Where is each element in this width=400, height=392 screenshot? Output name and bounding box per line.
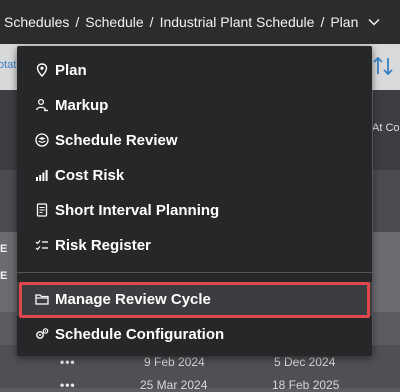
column-divider bbox=[372, 90, 373, 388]
checklist-icon bbox=[35, 240, 48, 251]
chevron-down-icon[interactable] bbox=[368, 16, 380, 28]
menu-item-risk-register[interactable]: Risk Register bbox=[17, 228, 372, 262]
menu-item-schedule-review[interactable]: Schedule Review bbox=[17, 123, 372, 157]
menu-item-markup[interactable]: Markup bbox=[17, 88, 372, 122]
breadcrumb-plan[interactable]: Plan bbox=[330, 14, 358, 30]
menu-item-label: Risk Register bbox=[55, 236, 151, 254]
column-header: At Co bbox=[372, 122, 400, 134]
breadcrumb-separator: / bbox=[149, 14, 154, 30]
menu-item-label: Short Interval Planning bbox=[55, 201, 220, 219]
breadcrumb-bar: Schedules / Schedule / Industrial Plant … bbox=[0, 0, 400, 44]
end-date: 5 Dec 2024 bbox=[274, 355, 336, 369]
location-pin-icon bbox=[36, 63, 48, 77]
row-label: E bbox=[0, 243, 8, 255]
breadcrumb-schedules[interactable]: Schedules bbox=[4, 14, 69, 30]
end-date: 18 Feb 2025 bbox=[272, 378, 340, 392]
breadcrumb-separator: / bbox=[320, 14, 325, 30]
menu-item-label: Cost Risk bbox=[55, 166, 125, 184]
menu-item-plan[interactable]: Plan bbox=[17, 53, 372, 87]
row-label: E bbox=[0, 270, 8, 282]
breadcrumb-industrial-plant-schedule[interactable]: Industrial Plant Schedule bbox=[160, 14, 315, 30]
sort-icon[interactable] bbox=[372, 54, 394, 78]
document-icon bbox=[36, 203, 48, 217]
signal-bars-icon bbox=[36, 170, 48, 181]
menu-item-label: Markup bbox=[55, 96, 109, 114]
menu-item-label: Schedule Review bbox=[55, 131, 178, 149]
menu-item-label: Plan bbox=[55, 61, 87, 79]
row-actions-icon[interactable]: ••• bbox=[60, 355, 76, 369]
layers-icon bbox=[35, 133, 49, 147]
breadcrumb-schedule[interactable]: Schedule bbox=[85, 14, 143, 30]
breadcrumb-separator: / bbox=[75, 14, 80, 30]
breadcrumb: Schedules / Schedule / Industrial Plant … bbox=[4, 14, 380, 30]
menu-item-label: Schedule Configuration bbox=[55, 325, 225, 343]
row-actions-icon[interactable]: ••• bbox=[60, 378, 76, 392]
gears-icon bbox=[36, 328, 49, 339]
menu-item-short-interval-planning[interactable]: Short Interval Planning bbox=[17, 193, 372, 227]
menu-item-cost-risk[interactable]: Cost Risk bbox=[17, 158, 372, 192]
start-date: 25 Mar 2024 bbox=[140, 378, 208, 392]
start-date: 9 Feb 2024 bbox=[144, 355, 205, 369]
person-markup-icon bbox=[35, 98, 48, 112]
menu-divider bbox=[17, 272, 372, 273]
toolbar-link[interactable]: otat bbox=[0, 59, 16, 71]
highlight-box bbox=[19, 282, 370, 318]
menu-item-schedule-configuration[interactable]: Schedule Configuration bbox=[17, 317, 372, 351]
